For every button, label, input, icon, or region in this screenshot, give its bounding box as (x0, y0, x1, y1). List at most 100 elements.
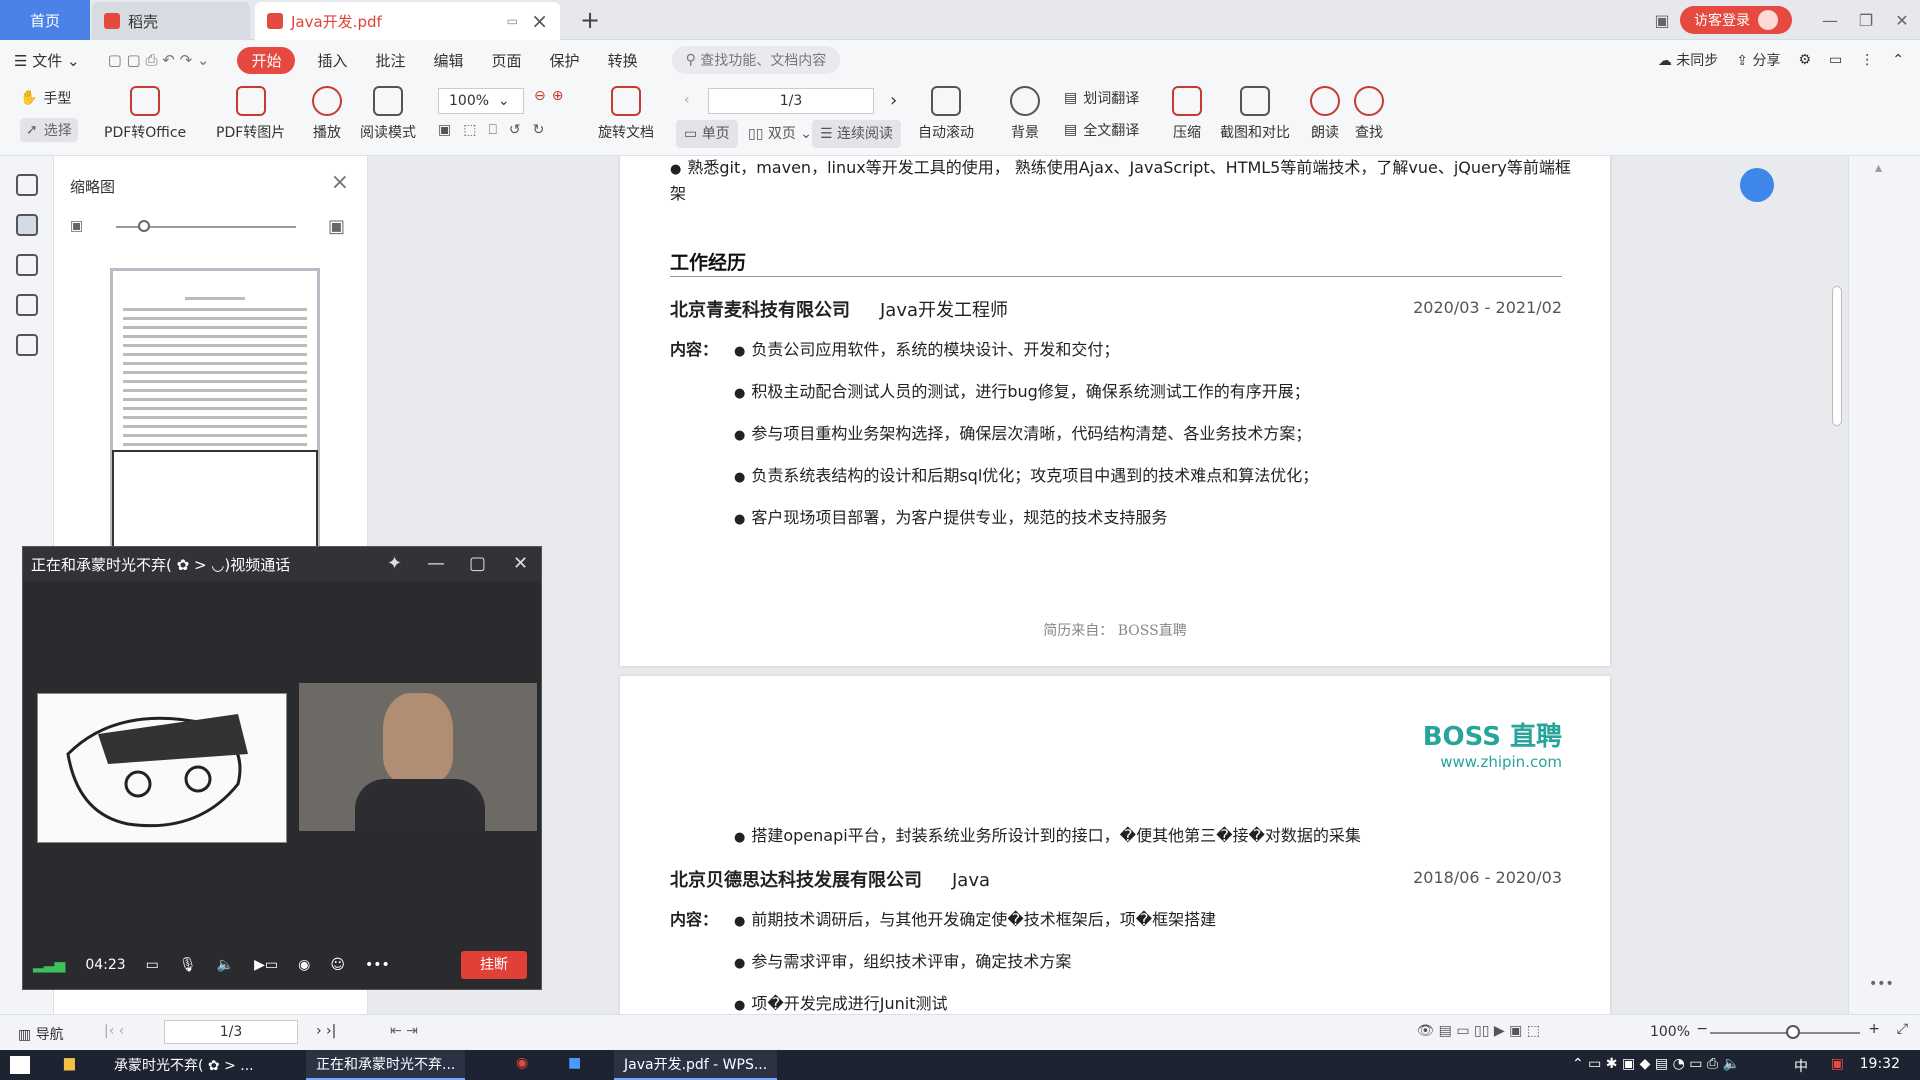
app-icon[interactable]: ■ (568, 1055, 581, 1071)
minimize-icon[interactable]: — (1812, 11, 1848, 30)
bookmark-icon[interactable] (15, 174, 38, 196)
zoom-in-status-icon[interactable]: + (1868, 1021, 1880, 1037)
small-image-icon[interactable]: ▣ (70, 218, 83, 234)
back-forward-icons[interactable]: ⇤ ⇥ (390, 1023, 418, 1039)
zoom-out-status-icon[interactable]: − (1696, 1021, 1708, 1037)
chrome-icon[interactable]: ◉ (516, 1055, 528, 1071)
share-button[interactable]: ⇪ 分享 (1736, 50, 1780, 70)
vertical-scrollbar[interactable] (1832, 286, 1842, 426)
read-mode-button[interactable]: 阅读模式 (360, 86, 416, 142)
hangup-button[interactable]: 挂断 (461, 951, 527, 979)
file-menu[interactable]: ☰ 文件 ⌄ (14, 50, 80, 71)
windows-start-icon[interactable] (10, 1056, 30, 1074)
auto-scroll-button[interactable]: 自动滚动 (918, 86, 974, 142)
zoom-select[interactable]: 100% ⌄ (438, 88, 524, 114)
signature-icon[interactable] (15, 334, 38, 356)
zoom-slider[interactable] (1710, 1032, 1860, 1034)
background-button[interactable]: 背景 (1010, 86, 1040, 142)
zoom-buttons[interactable]: ⊖ ⊕ (534, 88, 563, 104)
single-page-button[interactable]: ▭ 单页 (676, 120, 738, 148)
window-icon[interactable]: ▭ (507, 14, 518, 28)
zoom-in-icon[interactable]: ⊕ (552, 88, 564, 104)
fullscreen-icon[interactable]: ⤢ (1897, 1021, 1908, 1037)
menu-convert[interactable]: 转换 (608, 50, 638, 71)
tray-icons[interactable]: ⌃ ▭ ✱ ▣ ◆ ▤ ◔ ▭ ⎙ 🔈 (1572, 1056, 1740, 1072)
next-page-icon[interactable]: › (890, 90, 897, 111)
menu-start[interactable]: 开始 (237, 46, 296, 74)
new-tab-button[interactable]: + (580, 6, 600, 34)
call-minimize-icon[interactable]: — (427, 553, 445, 574)
restore-icon[interactable]: ❐ (1848, 11, 1884, 30)
select-tool[interactable]: ➚ 选择 (20, 118, 78, 142)
call-maximize-icon[interactable]: ▢ (469, 553, 486, 574)
attachment-icon[interactable] (15, 294, 38, 316)
clock[interactable]: 19:32 (1860, 1056, 1900, 1072)
zoom-out-icon[interactable]: ⊖ (534, 88, 546, 104)
taskbar-item[interactable]: Java开发.pdf - WPS... (614, 1050, 778, 1080)
thumbnail-viewport[interactable] (112, 450, 318, 560)
video-call-window[interactable]: 正在和承蒙时光不弃( ✿ > ◡)视频通话 ✦ — ▢ ✕ ▂▃▅ 04:23 … (22, 546, 542, 990)
sync-button[interactable]: ☁ 未同步 (1658, 50, 1718, 70)
status-page-input[interactable]: 1/3 (164, 1020, 298, 1044)
menu-insert[interactable]: 插入 (317, 50, 347, 71)
prev-page-icon[interactable]: ‹ (684, 92, 690, 108)
compress-button[interactable]: 压缩 (1172, 86, 1202, 142)
close-window-icon[interactable]: ✕ (1884, 11, 1920, 30)
microphone-icon[interactable]: 🎙 (179, 957, 197, 973)
menu-annotate[interactable]: 批注 (376, 50, 406, 71)
play-button[interactable]: 播放 (312, 86, 342, 142)
volume-icon[interactable]: 🔈 (217, 957, 234, 973)
status-zoom[interactable]: 100% (1650, 1024, 1690, 1040)
comment-panel-icon[interactable] (15, 254, 38, 276)
guest-login-button[interactable]: 访客登录 (1680, 6, 1792, 34)
zoom-slider-knob[interactable] (1786, 1025, 1800, 1039)
toolbar-quick-icons[interactable]: ▢ ▢ ⎙ ↶ ↷ ⌄ (108, 51, 210, 69)
pin-icon[interactable]: ✦ (387, 553, 402, 574)
word-translate-button[interactable]: ▤ 划词翻译 (1064, 88, 1139, 108)
taskbar-item[interactable]: 正在和承蒙时光不弃... (306, 1050, 466, 1080)
document-viewer[interactable]: 熟悉git，maven，linux等开发工具的使用， 熟练使用Ajax、Java… (368, 156, 1848, 1014)
scroll-up-icon[interactable]: ▴ (1875, 160, 1882, 176)
snapshot-icon[interactable]: ◉ (298, 957, 310, 973)
camera-icon[interactable]: ▶▭ (254, 957, 278, 973)
pdf-to-image-button[interactable]: PDF转图片 (216, 86, 285, 142)
float-tool-button[interactable] (1740, 168, 1774, 202)
first-page-icon[interactable]: |‹ ‹ (104, 1023, 124, 1039)
view-tools[interactable]: ▣ ⬚ ⎕ ↺ ↻ (438, 122, 544, 138)
status-view-icons[interactable]: 👁 ▤ ▭ ▯▯ ▶ ▣ ⬚ (1416, 1023, 1540, 1039)
actual-size-icon[interactable]: ▣ (438, 122, 451, 138)
fit-icon[interactable]: ⬚ (463, 122, 476, 138)
effects-icon[interactable]: ☺ (330, 957, 345, 973)
rotate-right-icon[interactable]: ↻ (533, 122, 545, 138)
tab-home[interactable]: 首页 (0, 0, 90, 40)
file-explorer-icon[interactable]: ▆ (64, 1055, 75, 1071)
rotate-left-icon[interactable]: ↺ (509, 122, 521, 138)
full-translate-button[interactable]: ▤ 全文翻译 (1064, 120, 1139, 140)
menu-edit[interactable]: 编辑 (434, 50, 464, 71)
menu-page[interactable]: 页面 (492, 50, 522, 71)
close-icon[interactable]: × (531, 9, 548, 33)
continuous-button[interactable]: ☰ 连续阅读 (812, 120, 902, 148)
fit-width-icon[interactable]: ⎕ (488, 122, 496, 138)
pdf-to-office-button[interactable]: PDF转Office (104, 86, 186, 142)
wps-tray-icon[interactable]: ▣ (1831, 1056, 1844, 1072)
thumbnail-slider-knob[interactable] (138, 220, 150, 232)
hand-tool[interactable]: ✋ 手型 (20, 88, 71, 108)
tab-list-icon[interactable]: ▣ (1644, 11, 1680, 30)
nav-button[interactable]: ▥ 导航 (18, 1024, 64, 1044)
thumbnail-icon[interactable] (15, 214, 38, 236)
read-aloud-button[interactable]: 朗读 (1310, 86, 1340, 142)
last-page-icon[interactable]: › ›| (316, 1023, 336, 1039)
close-panel-icon[interactable]: × (331, 170, 349, 195)
tab-daoke[interactable]: 稻壳 (92, 2, 250, 40)
comment-icon[interactable]: ▭ (1829, 52, 1842, 68)
find-button[interactable]: 查找 (1354, 86, 1384, 142)
page-input[interactable]: 1/3 (708, 88, 874, 114)
more-options-icon[interactable]: ••• (1869, 976, 1894, 992)
screenshot-compare-button[interactable]: 截图和对比 (1220, 86, 1290, 142)
taskbar-item[interactable]: 承蒙时光不弃( ✿ > ... (104, 1050, 264, 1080)
tab-pdf[interactable]: Java开发.pdf ▭ × (255, 2, 560, 40)
more-call-icon[interactable]: ••• (365, 957, 390, 973)
double-page-button[interactable]: ▯▯ 双页 ⌄ (740, 120, 820, 148)
more-icon[interactable]: ⋮ (1860, 52, 1874, 68)
